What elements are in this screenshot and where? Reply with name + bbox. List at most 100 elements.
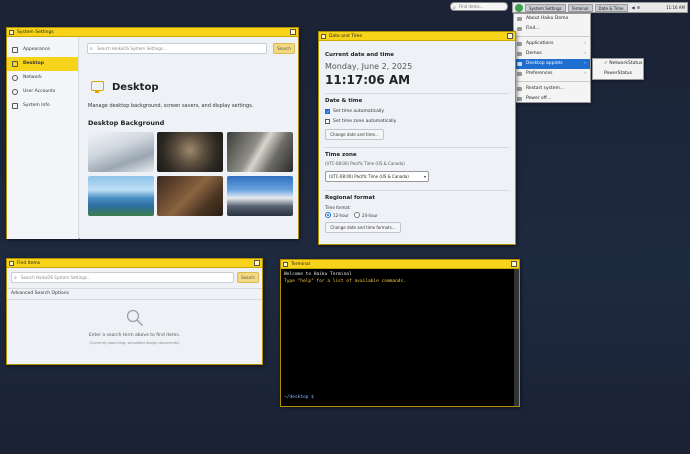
search-placeholder: Search HaikuOS System Settings... bbox=[97, 46, 167, 51]
desktop-applets-submenu: ✓ NetworkStatus PowerStatus bbox=[592, 58, 644, 80]
window-titlebar[interactable]: Terminal bbox=[281, 260, 519, 269]
gear-icon bbox=[517, 72, 522, 76]
page-description: Manage desktop background, screen savers… bbox=[88, 103, 254, 109]
info-icon bbox=[12, 103, 18, 109]
wallpaper-thumbnail[interactable] bbox=[88, 132, 154, 172]
chevron-right-icon: › bbox=[584, 61, 586, 66]
sidebar-item-label: User Accounts bbox=[23, 89, 56, 94]
menu-label: Preferences bbox=[526, 71, 553, 76]
find-items-search[interactable]: ⌕ Find items... bbox=[450, 2, 508, 11]
advanced-search-toggle[interactable]: Advanced Search Options bbox=[11, 291, 69, 296]
system-settings-window: System Settings Appearance Desktop Netwo… bbox=[6, 27, 299, 239]
section-title: Time zone bbox=[325, 152, 357, 158]
zoom-icon[interactable] bbox=[507, 33, 513, 39]
submenu-item-networkstatus[interactable]: ✓ NetworkStatus bbox=[593, 59, 643, 69]
change-date-time-button[interactable]: Change date and time... bbox=[325, 129, 384, 140]
menu-item-find[interactable]: Find... bbox=[514, 24, 590, 34]
find-items-body: ⌕ Search HaikuOS System Settings... Sear… bbox=[7, 268, 262, 364]
window-titlebar[interactable]: Find Items bbox=[7, 259, 262, 268]
search-icon: ⌕ bbox=[453, 5, 456, 11]
settings-main: ⌕ Search HaikuOS System Settings... Sear… bbox=[80, 37, 298, 239]
chevron-right-icon: › bbox=[584, 51, 586, 56]
menu-item-power-off[interactable]: Power off... bbox=[514, 94, 590, 104]
globe-icon bbox=[12, 75, 18, 81]
zoom-icon[interactable] bbox=[254, 260, 260, 266]
sidebar-item-appearance[interactable]: Appearance bbox=[7, 43, 78, 57]
folder-icon bbox=[517, 42, 522, 46]
menu-item-demos[interactable]: Demos › bbox=[514, 49, 590, 59]
sidebar-item-network[interactable]: Network bbox=[7, 71, 78, 85]
wallpaper-thumbnail[interactable] bbox=[157, 132, 223, 172]
scrollbar[interactable] bbox=[514, 269, 519, 406]
window-titlebar[interactable]: System Settings bbox=[7, 28, 298, 37]
menu-item-desktop-applets[interactable]: Desktop applets › bbox=[514, 59, 590, 69]
sidebar-item-desktop[interactable]: Desktop bbox=[7, 57, 78, 71]
window-title: Terminal bbox=[291, 262, 311, 267]
haiku-logo-icon[interactable] bbox=[515, 3, 523, 12]
info-icon bbox=[517, 17, 522, 21]
close-box-icon[interactable] bbox=[9, 30, 14, 35]
search-icon: ⌕ bbox=[90, 46, 93, 52]
menu-label: Applications bbox=[526, 41, 554, 46]
find-box-placeholder: Find items... bbox=[459, 4, 484, 9]
radio-12-hour[interactable] bbox=[325, 212, 331, 218]
section-title: Regional format bbox=[325, 195, 375, 201]
menu-item-restart[interactable]: Restart system... bbox=[514, 84, 590, 94]
submenu-item-powerstatus[interactable]: PowerStatus bbox=[593, 69, 643, 79]
radio-label: 24-hour bbox=[362, 213, 378, 218]
monitor-icon bbox=[91, 81, 104, 93]
auto-time-checkbox[interactable] bbox=[325, 109, 330, 114]
auto-timezone-checkbox[interactable] bbox=[325, 119, 330, 124]
wallpaper-thumbnail[interactable] bbox=[227, 132, 293, 172]
taskbar-tab-date-time[interactable]: Date & Time bbox=[594, 3, 628, 12]
checkbox-label: Set time automatically bbox=[333, 109, 385, 114]
user-icon bbox=[12, 89, 18, 95]
volume-icon[interactable]: ◀ bbox=[632, 5, 635, 10]
date-time-body: Current date and time Monday, June 2, 20… bbox=[319, 41, 515, 244]
close-box-icon[interactable] bbox=[283, 262, 288, 267]
close-box-icon[interactable] bbox=[9, 261, 14, 266]
settings-icon[interactable]: ⚙ bbox=[637, 5, 641, 10]
chevron-down-icon: ▾ bbox=[423, 174, 426, 179]
sidebar-item-label: Appearance bbox=[23, 47, 51, 52]
taskbar-tab-terminal[interactable]: Terminal bbox=[567, 3, 593, 12]
search-button[interactable]: Search bbox=[273, 43, 295, 54]
select-value: (UTC-08:00) Pacific Time (US & Canada) bbox=[329, 174, 409, 179]
page-title: Desktop bbox=[112, 82, 159, 93]
zoom-icon[interactable] bbox=[511, 261, 517, 267]
current-date: Monday, June 2, 2025 bbox=[325, 62, 413, 71]
zoom-icon[interactable] bbox=[290, 29, 296, 35]
menu-label: PowerStatus bbox=[604, 71, 632, 76]
current-time: 11:17:06 AM bbox=[325, 73, 411, 87]
search-icon bbox=[126, 309, 144, 327]
find-search-input[interactable]: ⌕ Search HaikuOS System Settings... bbox=[11, 272, 234, 283]
sidebar-item-user-accounts[interactable]: User Accounts bbox=[7, 85, 78, 99]
section-title: Current date and time bbox=[325, 52, 394, 58]
terminal-line: Type "help" for a list of available comm… bbox=[284, 279, 406, 284]
search-placeholder: Search HaikuOS System Settings... bbox=[21, 275, 91, 280]
settings-search-input[interactable]: ⌕ Search HaikuOS System Settings... bbox=[87, 43, 267, 54]
close-box-icon[interactable] bbox=[321, 34, 326, 39]
terminal-output[interactable]: Welcome to Haiku Terminal Type "help" fo… bbox=[281, 269, 519, 406]
taskbar-tab-system-settings[interactable]: System Settings bbox=[525, 3, 566, 12]
change-formats-button[interactable]: Change date and time formats... bbox=[325, 222, 401, 233]
sidebar-item-system-info[interactable]: System Info bbox=[7, 99, 78, 113]
find-items-window: Find Items ⌕ Search HaikuOS System Setti… bbox=[6, 258, 263, 365]
menu-item-applications[interactable]: Applications › bbox=[514, 39, 590, 49]
radio-24-hour[interactable] bbox=[354, 212, 360, 218]
checkbox-label: Set time zone automatically bbox=[333, 119, 397, 124]
sidebar-item-label: Network bbox=[23, 75, 42, 80]
menu-label: Desktop applets bbox=[526, 61, 563, 66]
menu-item-preferences[interactable]: Preferences › bbox=[514, 69, 590, 79]
wallpaper-thumbnail[interactable] bbox=[227, 176, 293, 216]
timezone-select[interactable]: (UTC-08:00) Pacific Time (US & Canada) ▾ bbox=[325, 171, 429, 182]
wallpaper-thumbnail[interactable] bbox=[157, 176, 223, 216]
wallpaper-thumbnail[interactable] bbox=[88, 176, 154, 216]
section-title: Date & time bbox=[325, 98, 363, 104]
power-icon bbox=[517, 97, 522, 101]
menu-item-about[interactable]: About Haiku Demo bbox=[514, 14, 590, 24]
clock[interactable]: 11:16 AM bbox=[666, 5, 685, 10]
window-titlebar[interactable]: Date and Time bbox=[319, 32, 515, 41]
folder-icon bbox=[517, 52, 522, 56]
search-button[interactable]: Search bbox=[237, 272, 259, 283]
